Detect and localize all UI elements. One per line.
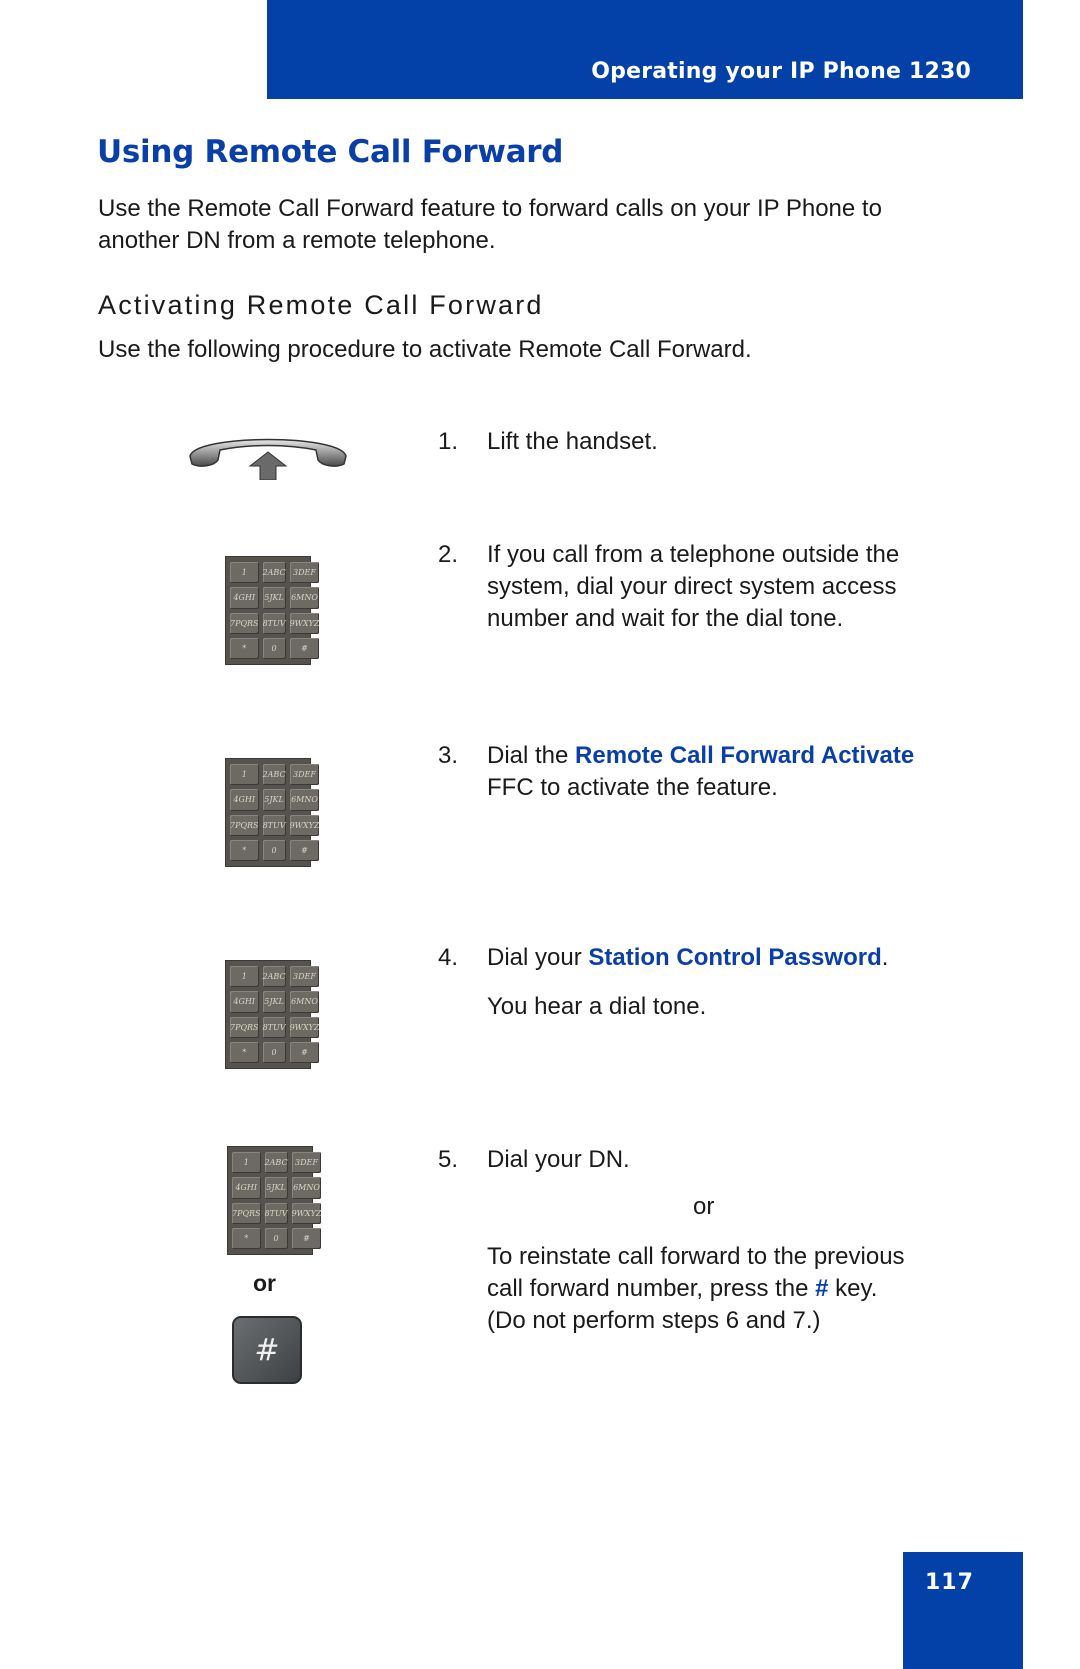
key-star: * [232, 1227, 261, 1249]
key-6: 6MNO [291, 1177, 322, 1199]
key-2: 2ABC [264, 1152, 288, 1174]
step-text: system, dial your direct system access [487, 573, 897, 600]
key-1: 1 [230, 764, 259, 786]
step-number: 1. [438, 428, 459, 455]
step-text: FFC to activate the feature. [487, 774, 778, 801]
key-9: 9WXYZ [289, 1016, 320, 1038]
key-7: 7PQRS [232, 1202, 261, 1224]
step-text-suffix: key. [828, 1275, 878, 1302]
step-text-suffix: . [881, 944, 889, 971]
key-7: 7PQRS [230, 814, 259, 836]
section-subheading: Activating Remote Call Forward [98, 290, 544, 320]
step-or-separator: or [693, 1193, 715, 1220]
step-text-prefix: call forward number, press the [487, 1275, 816, 1302]
key-4: 4GHI [230, 991, 259, 1013]
key-2: 2ABC [262, 966, 286, 988]
step-text: (Do not perform steps 6 and 7.) [487, 1307, 821, 1334]
key-6: 6MNO [289, 587, 320, 609]
key-hash: # [289, 1041, 320, 1063]
key-2: 2ABC [262, 764, 286, 786]
intro-line: Use the Remote Call Forward feature to f… [98, 195, 882, 222]
step-text: call forward number, press the # key. [487, 1273, 977, 1305]
step-number: 2. [438, 541, 459, 568]
key-9: 9WXYZ [289, 612, 320, 634]
key-hash: # [289, 637, 320, 659]
key-0: 0 [264, 1227, 288, 1249]
step-note: You hear a dial tone. [487, 993, 707, 1020]
key-5: 5JKL [264, 1177, 288, 1199]
page-number: 117 [925, 1570, 974, 1595]
key-7: 7PQRS [230, 1016, 259, 1038]
key-3: 3DEF [289, 764, 320, 786]
page-number-box: 117 [903, 1552, 1023, 1669]
step-text: If you call from a telephone outside the [487, 541, 900, 568]
password-link[interactable]: Station Control Password [588, 944, 881, 971]
key-hash: # [289, 839, 320, 861]
step-text: number and wait for the dial tone. [487, 605, 844, 632]
key-star: * [230, 637, 259, 659]
key-3: 3DEF [291, 1152, 322, 1174]
key-1: 1 [232, 1152, 261, 1174]
step-text: Lift the handset. [487, 428, 658, 455]
dialpad-icon: 1 2ABC 3DEF 4GHI 5JKL 6MNO 7PQRS 8TUV 9W… [225, 960, 320, 1069]
step-text: Dial the Remote Call Forward Activate [487, 740, 977, 772]
key-8: 8TUV [262, 612, 286, 634]
key-1: 1 [230, 562, 259, 584]
dialpad-icon: 1 2ABC 3DEF 4GHI 5JKL 6MNO 7PQRS 8TUV 9W… [225, 556, 320, 665]
step-text: Dial your DN. [487, 1146, 630, 1173]
key-7: 7PQRS [230, 612, 259, 634]
step-number: 4. [438, 944, 459, 971]
step-text-prefix: Dial your [487, 944, 589, 971]
key-star: * [230, 839, 259, 861]
page-title: Using Remote Call Forward [97, 134, 564, 170]
procedure-intro: Use the following procedure to activate … [98, 336, 752, 363]
key-8: 8TUV [264, 1202, 288, 1224]
header-title: Operating your IP Phone 1230 [591, 59, 971, 84]
step-number: 3. [438, 742, 459, 769]
key-star: * [230, 1041, 259, 1063]
key-5: 5JKL [262, 789, 286, 811]
key-0: 0 [262, 839, 286, 861]
step-text: Dial your Station Control Password. [487, 942, 977, 974]
step-number: 5. [438, 1146, 459, 1173]
key-0: 0 [262, 1041, 286, 1063]
hash-key-icon: # [232, 1316, 302, 1384]
key-hash: # [291, 1227, 322, 1249]
intro-paragraph: Use the Remote Call Forward feature to f… [98, 193, 978, 257]
key-0: 0 [262, 637, 286, 659]
dialpad-icon: 1 2ABC 3DEF 4GHI 5JKL 6MNO 7PQRS 8TUV 9W… [227, 1146, 322, 1255]
key-8: 8TUV [262, 814, 286, 836]
key-2: 2ABC [262, 562, 286, 584]
key-1: 1 [230, 966, 259, 988]
key-6: 6MNO [289, 789, 320, 811]
step-text: To reinstate call forward to the previou… [487, 1243, 905, 1270]
key-4: 4GHI [230, 587, 259, 609]
key-9: 9WXYZ [291, 1202, 322, 1224]
key-4: 4GHI [232, 1177, 261, 1199]
key-3: 3DEF [289, 562, 320, 584]
hash-key-reference: # [815, 1275, 829, 1302]
header-band: Operating your IP Phone 1230 [267, 0, 1023, 99]
icon-or-separator: or [253, 1270, 276, 1296]
key-5: 5JKL [262, 587, 286, 609]
key-4: 4GHI [230, 789, 259, 811]
intro-line: another DN from a remote telephone. [98, 227, 496, 254]
key-8: 8TUV [262, 1016, 286, 1038]
handset-lift-icon [189, 438, 347, 480]
dialpad-icon: 1 2ABC 3DEF 4GHI 5JKL 6MNO 7PQRS 8TUV 9W… [225, 758, 320, 867]
key-6: 6MNO [289, 991, 320, 1013]
key-9: 9WXYZ [289, 814, 320, 836]
feature-code-link[interactable]: Remote Call Forward Activate [575, 742, 914, 769]
key-5: 5JKL [262, 991, 286, 1013]
key-3: 3DEF [289, 966, 320, 988]
step-text-prefix: Dial the [487, 742, 576, 769]
